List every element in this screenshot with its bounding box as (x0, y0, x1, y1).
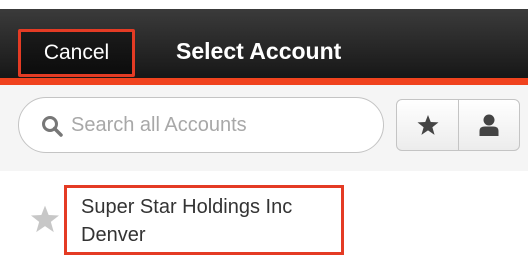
star-icon (417, 114, 438, 135)
search-icon (42, 116, 63, 137)
header-bar: Cancel Select Account (0, 9, 528, 78)
favorites-filter-button[interactable] (397, 100, 459, 150)
account-name: Super Star Holdings Inc (81, 196, 293, 218)
user-icon (479, 114, 499, 136)
header-accent-bar (0, 78, 528, 85)
list-item[interactable]: Super Star Holdings Inc Denver (0, 171, 528, 255)
account-city: Denver (81, 224, 146, 246)
search-input[interactable] (71, 104, 371, 146)
filter-button-group (396, 99, 520, 151)
account-entry[interactable]: Super Star Holdings Inc Denver (64, 185, 344, 255)
my-accounts-filter-button[interactable] (459, 100, 519, 150)
search-bar (0, 85, 528, 171)
star-icon[interactable] (30, 205, 60, 233)
cancel-button[interactable]: Cancel (18, 29, 135, 77)
page-title: Select Account (176, 38, 342, 64)
top-strip (0, 0, 528, 9)
search-box[interactable] (18, 97, 384, 153)
